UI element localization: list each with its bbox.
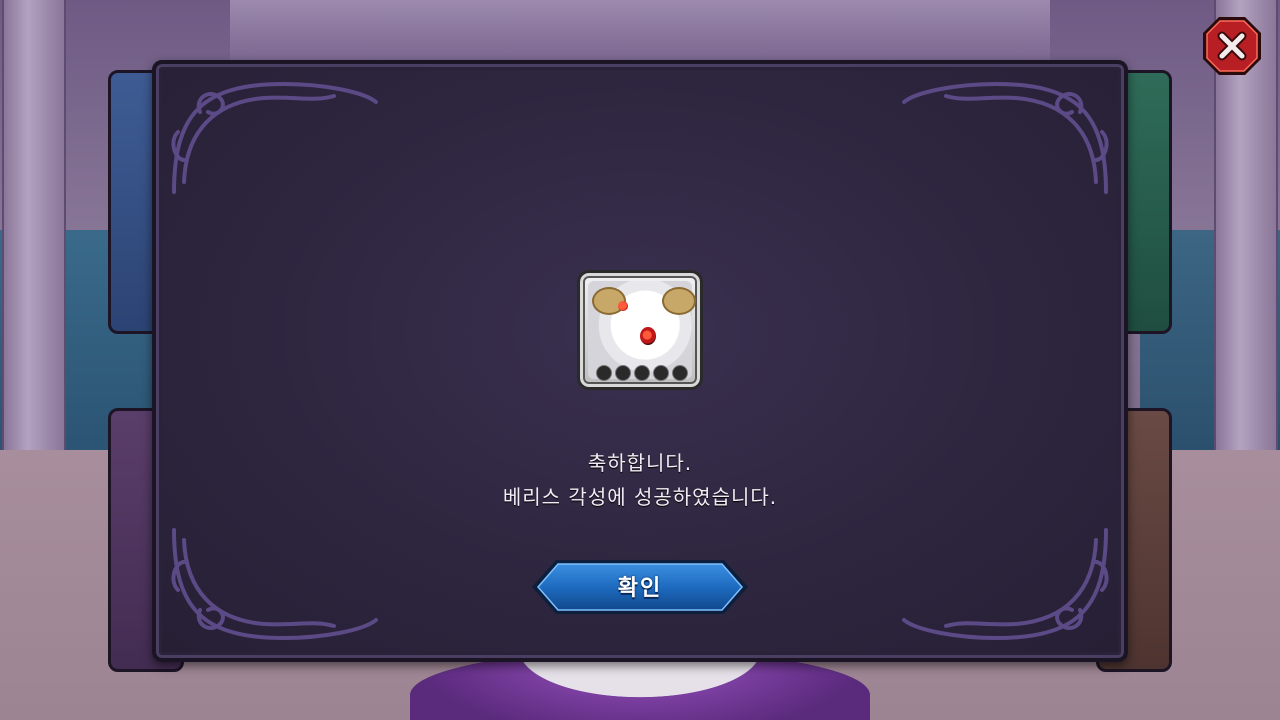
- star-slot-icon: [596, 365, 612, 381]
- horn-right: [662, 287, 696, 315]
- hero-portrait-icon: [577, 270, 703, 390]
- close-icon[interactable]: [1201, 15, 1263, 77]
- star-slot-icon: [672, 365, 688, 381]
- game-screen: 축하합니다. 베리스 각성에 성공하였습니다. 확인: [0, 0, 1280, 720]
- background-arch: [230, 0, 1050, 63]
- star-slot-icon: [615, 365, 631, 381]
- corner-ornament-icon: [171, 81, 378, 194]
- hero-eye: [640, 327, 656, 345]
- star-slot-icon: [634, 365, 650, 381]
- corner-ornament-icon: [902, 81, 1109, 194]
- corner-ornament-icon: [902, 528, 1109, 641]
- star-slot-icon: [653, 365, 669, 381]
- star-slots: [594, 365, 690, 381]
- congratulations-text: 축하합니다.: [587, 451, 693, 475]
- hero-gem: [618, 301, 628, 311]
- corner-ornament-icon: [171, 528, 378, 641]
- confirm-button[interactable]: [530, 558, 750, 616]
- awakening-success-text: 베리스 각성에 성공하였습니다.: [502, 485, 778, 509]
